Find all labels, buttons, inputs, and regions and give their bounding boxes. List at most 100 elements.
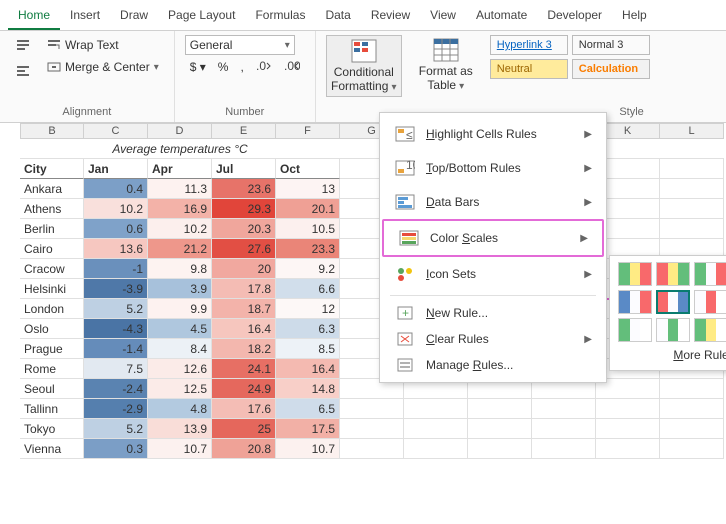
- color-scale-option[interactable]: [656, 262, 690, 286]
- color-scale-option[interactable]: [694, 262, 726, 286]
- city-cell[interactable]: Tokyo: [20, 419, 84, 439]
- city-cell[interactable]: Ankara: [20, 179, 84, 199]
- data-cell[interactable]: 17.6: [212, 399, 276, 419]
- color-scale-option[interactable]: [694, 318, 726, 342]
- menu-manage-rules[interactable]: Manage Rules...: [380, 352, 606, 378]
- data-cell[interactable]: 4.5: [148, 319, 212, 339]
- color-scale-option[interactable]: [618, 318, 652, 342]
- menu-new-rule[interactable]: +New Rule...: [380, 300, 606, 326]
- data-cell[interactable]: 27.6: [212, 239, 276, 259]
- data-cell[interactable]: 9.8: [148, 259, 212, 279]
- data-cell[interactable]: 23.3: [276, 239, 340, 259]
- city-cell[interactable]: Helsinki: [20, 279, 84, 299]
- style-normal[interactable]: Normal 3: [572, 35, 650, 55]
- data-cell[interactable]: 6.3: [276, 319, 340, 339]
- tab-formulas[interactable]: Formulas: [245, 4, 315, 30]
- table-header[interactable]: City: [20, 159, 84, 179]
- data-cell[interactable]: 10.7: [148, 439, 212, 459]
- data-cell[interactable]: 14.8: [276, 379, 340, 399]
- city-cell[interactable]: Vienna: [20, 439, 84, 459]
- data-cell[interactable]: 8.4: [148, 339, 212, 359]
- merge-center-button[interactable]: Merge & Center▾: [42, 57, 164, 77]
- menu-clear-rules[interactable]: Clear Rules▶: [380, 326, 606, 352]
- menu-highlight-cells[interactable]: ≤Highlight Cells Rules▶: [380, 117, 606, 151]
- data-cell[interactable]: 23.6: [212, 179, 276, 199]
- data-cell[interactable]: 11.3: [148, 179, 212, 199]
- data-cell[interactable]: -2.4: [84, 379, 148, 399]
- menu-icon-sets[interactable]: Icon Sets▶: [380, 257, 606, 291]
- data-cell[interactable]: 10.2: [84, 199, 148, 219]
- currency-button[interactable]: $ ▾: [185, 57, 211, 77]
- color-scale-option[interactable]: [656, 318, 690, 342]
- data-cell[interactable]: 7.5: [84, 359, 148, 379]
- data-cell[interactable]: 13.9: [148, 419, 212, 439]
- style-calculation[interactable]: Calculation: [572, 59, 650, 79]
- col-header[interactable]: L: [660, 123, 724, 139]
- menu-top-bottom[interactable]: 10Top/Bottom Rules▶: [380, 151, 606, 185]
- data-cell[interactable]: 3.9: [148, 279, 212, 299]
- style-neutral[interactable]: Neutral: [490, 59, 568, 79]
- city-cell[interactable]: Cracow: [20, 259, 84, 279]
- tab-data[interactable]: Data: [315, 4, 360, 30]
- col-header[interactable]: E: [212, 123, 276, 139]
- col-header[interactable]: F: [276, 123, 340, 139]
- city-cell[interactable]: Berlin: [20, 219, 84, 239]
- table-header[interactable]: Jan: [84, 159, 148, 179]
- city-cell[interactable]: Athens: [20, 199, 84, 219]
- data-cell[interactable]: 18.7: [212, 299, 276, 319]
- data-cell[interactable]: 20.1: [276, 199, 340, 219]
- number-format-select[interactable]: General▾: [185, 35, 295, 55]
- tab-help[interactable]: Help: [612, 4, 657, 30]
- data-cell[interactable]: 0.4: [84, 179, 148, 199]
- data-cell[interactable]: 25: [212, 419, 276, 439]
- percent-button[interactable]: %: [213, 57, 234, 77]
- data-cell[interactable]: 24.9: [212, 379, 276, 399]
- wrap-text-button[interactable]: Wrap Text: [42, 35, 164, 55]
- data-cell[interactable]: 9.9: [148, 299, 212, 319]
- data-cell[interactable]: -1: [84, 259, 148, 279]
- tab-page-layout[interactable]: Page Layout: [158, 4, 245, 30]
- data-cell[interactable]: 18.2: [212, 339, 276, 359]
- table-header[interactable]: Oct: [276, 159, 340, 179]
- data-cell[interactable]: 12.6: [148, 359, 212, 379]
- data-cell[interactable]: 5.2: [84, 299, 148, 319]
- data-cell[interactable]: 12: [276, 299, 340, 319]
- data-cell[interactable]: 20.3: [212, 219, 276, 239]
- align-top-button[interactable]: [10, 35, 36, 57]
- data-cell[interactable]: 17.8: [212, 279, 276, 299]
- city-cell[interactable]: Rome: [20, 359, 84, 379]
- tab-review[interactable]: Review: [361, 4, 420, 30]
- data-cell[interactable]: 13: [276, 179, 340, 199]
- tab-developer[interactable]: Developer: [537, 4, 612, 30]
- increase-decimal-button[interactable]: .0: [251, 57, 277, 77]
- conditional-formatting-button[interactable]: Conditional Formatting ▾: [326, 35, 402, 97]
- data-cell[interactable]: 20: [212, 259, 276, 279]
- data-cell[interactable]: 29.3: [212, 199, 276, 219]
- data-cell[interactable]: 9.2: [276, 259, 340, 279]
- data-cell[interactable]: 10.7: [276, 439, 340, 459]
- data-cell[interactable]: 16.4: [276, 359, 340, 379]
- data-cell[interactable]: 0.6: [84, 219, 148, 239]
- data-cell[interactable]: 21.2: [148, 239, 212, 259]
- menu-color-scales[interactable]: Color Scales▶: [382, 219, 604, 257]
- data-cell[interactable]: 20.8: [212, 439, 276, 459]
- color-scale-option[interactable]: [618, 290, 652, 314]
- data-cell[interactable]: 8.5: [276, 339, 340, 359]
- data-cell[interactable]: 0.3: [84, 439, 148, 459]
- tab-insert[interactable]: Insert: [60, 4, 110, 30]
- data-cell[interactable]: 13.6: [84, 239, 148, 259]
- style-hyperlink[interactable]: Hyperlink 3: [490, 35, 568, 55]
- data-cell[interactable]: 16.4: [212, 319, 276, 339]
- data-cell[interactable]: -2.9: [84, 399, 148, 419]
- data-cell[interactable]: 17.5: [276, 419, 340, 439]
- color-scale-option[interactable]: [694, 290, 726, 314]
- table-header[interactable]: Jul: [212, 159, 276, 179]
- decrease-decimal-button[interactable]: .00: [279, 57, 305, 77]
- data-cell[interactable]: 10.5: [276, 219, 340, 239]
- data-cell[interactable]: 6.5: [276, 399, 340, 419]
- data-cell[interactable]: 4.8: [148, 399, 212, 419]
- col-header[interactable]: D: [148, 123, 212, 139]
- city-cell[interactable]: Cairo: [20, 239, 84, 259]
- more-rules-button[interactable]: More Rules...: [618, 342, 726, 364]
- tab-view[interactable]: View: [420, 4, 466, 30]
